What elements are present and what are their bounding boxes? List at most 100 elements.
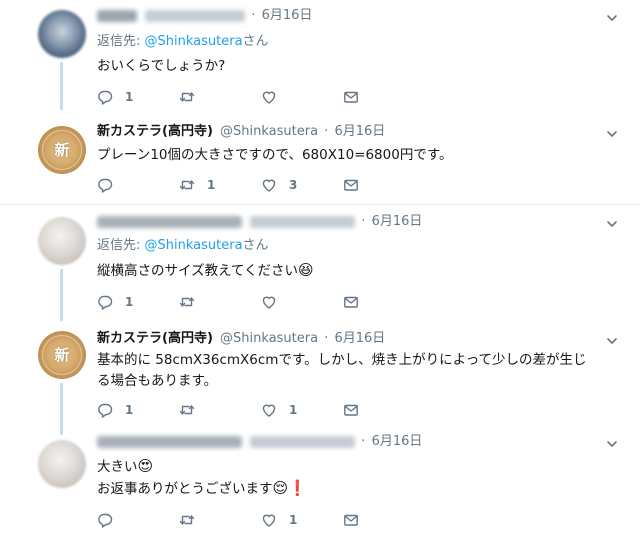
retweet-button[interactable] xyxy=(179,89,261,105)
chevron-down-icon[interactable] xyxy=(606,128,618,140)
avatar-ring xyxy=(42,335,82,375)
tweet-time[interactable]: 6月16日 xyxy=(372,434,423,449)
dm-icon xyxy=(344,296,358,308)
dm-button[interactable] xyxy=(343,294,425,310)
tweet-text-line: る場合もあります。 xyxy=(97,373,218,389)
dm-icon xyxy=(344,91,358,103)
separator-dot: · xyxy=(251,8,256,23)
avatar[interactable] xyxy=(38,440,86,488)
chevron-down-icon[interactable] xyxy=(606,218,618,230)
tweet-text-segment: 大きい xyxy=(97,459,138,475)
replying-prefix: 返信先: xyxy=(97,34,145,49)
tweet-text-line: 大きい😍 xyxy=(97,456,620,478)
tweet-actions: 1 xyxy=(97,292,425,312)
retweet-button[interactable] xyxy=(179,294,261,310)
dm-button[interactable] xyxy=(343,402,425,418)
blurred-handle xyxy=(250,435,356,448)
tweet-time[interactable]: 6月16日 xyxy=(334,331,385,346)
replying-to: 返信先: @Shinkasuteraさん xyxy=(97,236,620,256)
chevron-down-icon[interactable] xyxy=(606,12,618,24)
retweet-button[interactable] xyxy=(179,512,261,528)
like-button[interactable] xyxy=(261,89,343,105)
dm-icon xyxy=(344,179,358,191)
thread-line xyxy=(60,62,63,110)
tweet-time[interactable]: 6月16日 xyxy=(262,8,313,23)
reply-button[interactable]: 1 xyxy=(97,89,179,105)
blurred-name xyxy=(97,215,242,228)
reply-count: 1 xyxy=(125,295,134,309)
avatar[interactable] xyxy=(38,217,86,265)
conversation-divider xyxy=(0,204,640,205)
like-count: 1 xyxy=(289,513,298,527)
user-handle[interactable]: @Shinkasutera xyxy=(220,331,318,346)
tweet-text-line: 縦横高さのサイズ教えてください😆 xyxy=(97,260,620,282)
tweet-header: · 6月16日 xyxy=(97,6,620,26)
like-count: 1 xyxy=(289,403,298,417)
avatar-ring xyxy=(42,130,82,170)
mention-link[interactable]: @Shinkasutera xyxy=(145,34,243,49)
tweet-text-line: おいくらでしょうか? xyxy=(97,58,226,74)
reply-button[interactable]: 1 xyxy=(97,402,179,418)
avatar[interactable]: 新 xyxy=(38,126,86,174)
dm-button[interactable] xyxy=(343,512,425,528)
like-icon xyxy=(262,296,276,309)
like-icon xyxy=(262,404,276,417)
retweet-icon xyxy=(179,92,195,102)
tweet-text-segment: 縦横高さのサイズ教えてください xyxy=(97,263,299,279)
display-name[interactable]: 新カステラ(高円寺) xyxy=(97,331,213,346)
retweet-count: 1 xyxy=(207,178,216,192)
reply-button[interactable] xyxy=(97,512,179,528)
separator-dot: · xyxy=(361,434,366,449)
like-button[interactable]: 1 xyxy=(261,402,343,418)
thread-line xyxy=(60,269,63,321)
reply-icon xyxy=(98,295,113,310)
replying-prefix: 返信先: xyxy=(97,238,145,253)
tweet-text-line: プレーン10個の大きさですので、680X10=6800円です。 xyxy=(97,147,453,163)
dm-icon xyxy=(344,514,358,526)
like-icon xyxy=(262,91,276,104)
tweet-text: おいくらでしょうか? xyxy=(97,56,620,77)
like-button[interactable]: 1 xyxy=(261,512,343,528)
mention-link[interactable]: @Shinkasutera xyxy=(145,238,243,253)
reply-icon xyxy=(98,513,113,528)
exclamation-emoji: ❗ xyxy=(288,479,307,497)
tweet-text: 大きい😍 お返事ありがとうございます😌❗ xyxy=(97,456,620,500)
reply-icon xyxy=(98,403,113,418)
tweet-actions: 1 1 xyxy=(97,400,425,420)
tweet-text: 縦横高さのサイズ教えてください😆 xyxy=(97,260,620,282)
dm-button[interactable] xyxy=(343,89,425,105)
reply-button[interactable] xyxy=(97,177,179,193)
avatar[interactable]: 新 xyxy=(38,331,86,379)
like-button[interactable]: 3 xyxy=(261,177,343,193)
separator-dot: · xyxy=(324,124,329,139)
relieved-face-emoji: 😌 xyxy=(272,479,289,497)
retweet-button[interactable]: 1 xyxy=(179,177,261,193)
separator-dot: · xyxy=(324,331,329,346)
display-name[interactable]: 新カステラ(高円寺) xyxy=(97,124,213,139)
dm-button[interactable] xyxy=(343,177,425,193)
retweet-icon xyxy=(179,515,195,525)
heart-eyes-emoji: 😍 xyxy=(137,457,154,475)
like-button[interactable] xyxy=(261,294,343,310)
grinning-squinting-emoji: 😆 xyxy=(298,261,314,279)
reply-count: 1 xyxy=(125,90,134,104)
blurred-handle xyxy=(145,9,246,22)
reply-button[interactable]: 1 xyxy=(97,294,179,310)
retweet-icon xyxy=(179,180,195,190)
chevron-down-icon[interactable] xyxy=(606,438,618,450)
like-count: 3 xyxy=(289,178,298,192)
tweet-actions: 1 xyxy=(97,87,425,107)
dm-icon xyxy=(344,404,358,416)
tweet-text-line: 基本的に 58cmX36cmX6cmです。しかし、焼き上がりによって少しの差が生… xyxy=(97,352,587,368)
user-handle[interactable]: @Shinkasutera xyxy=(220,124,318,139)
tweet-time[interactable]: 6月16日 xyxy=(334,124,385,139)
tweet-text-segment: お返事ありがとうございます xyxy=(97,481,273,497)
replying-to: 返信先: @Shinkasuteraさん xyxy=(97,32,620,52)
tweet-text: プレーン10個の大きさですので、680X10=6800円です。 xyxy=(97,145,620,166)
chevron-down-icon[interactable] xyxy=(606,335,618,347)
retweet-icon xyxy=(179,297,195,307)
tweet-header: · 6月16日 xyxy=(97,212,620,232)
avatar[interactable] xyxy=(38,10,86,58)
retweet-button[interactable] xyxy=(179,402,261,418)
tweet-time[interactable]: 6月16日 xyxy=(372,214,423,229)
